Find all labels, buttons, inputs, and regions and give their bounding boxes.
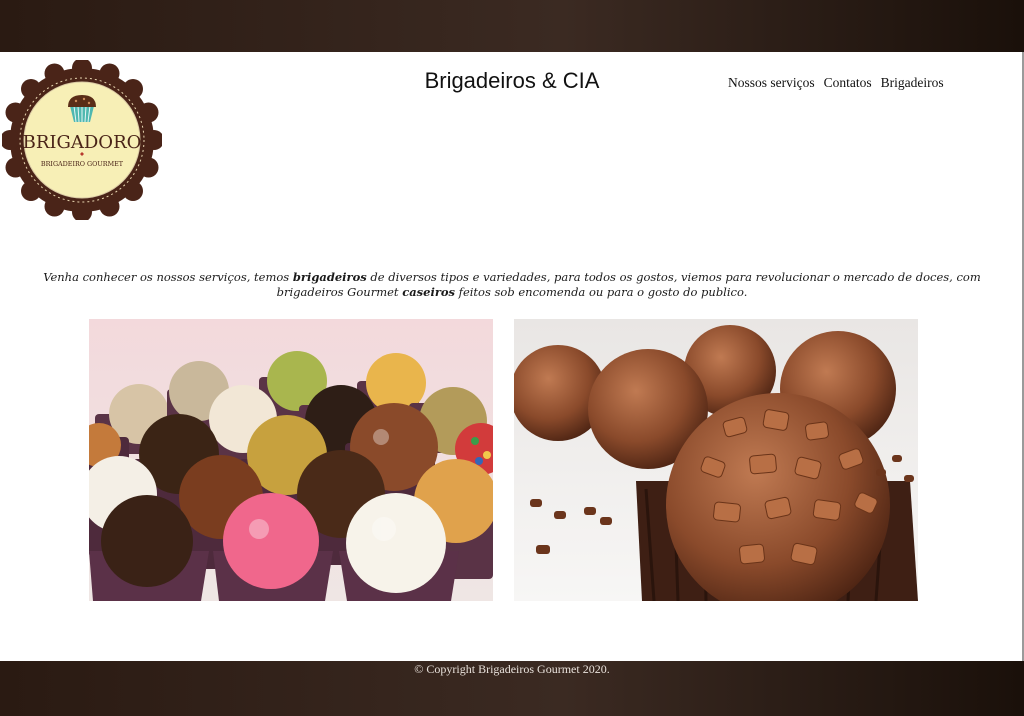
logo-brand-text: BRIGADORO	[23, 132, 142, 153]
intro-paragraph: Venha conhecer os nossos serviços, temos…	[43, 269, 981, 299]
top-header-bar	[0, 0, 1024, 52]
assorted-brigadeiros-photo	[89, 319, 493, 601]
footer-bar: © Copyright Brigadeiros Gourmet 2020.	[0, 661, 1024, 716]
highlight-caseiros: caseiros	[402, 284, 456, 299]
site-title: Brigadeiros & CIA	[424, 68, 600, 93]
nav-link-nossos-servicos[interactable]: Nossos serviços	[728, 75, 815, 91]
logo-tagline-text: BRIGADEIRO GOURMET	[41, 160, 124, 168]
chocolate-brigadeiros-photo	[514, 319, 918, 601]
brigadoro-logo[interactable]: BRIGADORO BRIGADEIRO GOURMET	[2, 60, 162, 220]
main-nav: Nossos serviços Contatos Brigadeiros	[728, 75, 944, 91]
nav-link-contatos[interactable]: Contatos	[824, 75, 872, 91]
highlight-brigadeiros: brigadeiros	[292, 269, 367, 284]
nav-link-brigadeiros[interactable]: Brigadeiros	[881, 75, 944, 91]
copyright-text: © Copyright Brigadeiros Gourmet 2020.	[414, 662, 610, 676]
